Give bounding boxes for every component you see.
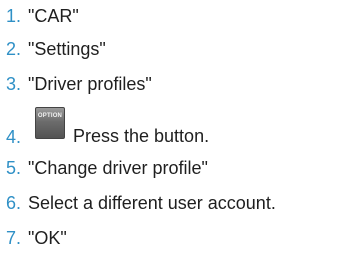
- option-button-label: OPTION: [37, 113, 63, 119]
- step-text: Press the button.: [73, 126, 210, 146]
- step-text: "OK": [28, 228, 67, 248]
- step-6: 6. Select a different user account.: [6, 186, 276, 221]
- step-number: 7.: [6, 228, 22, 248]
- step-number: 5.: [6, 158, 22, 178]
- step-number: 3.: [6, 74, 22, 94]
- step-7: 7. "OK": [6, 221, 276, 256]
- step-2: 2. "Settings": [6, 32, 276, 67]
- option-button-icon: OPTION: [35, 107, 65, 139]
- step-text: "CAR": [28, 6, 79, 26]
- step-1: 1. "CAR": [6, 0, 276, 32]
- step-5: 5. "Change driver profile": [6, 151, 276, 186]
- step-number: 6.: [6, 193, 22, 213]
- step-number: 4.: [6, 127, 22, 147]
- instruction-steps: 1. "CAR" 2. "Settings" 3. "Driver profiles"…: [6, 0, 276, 256]
- step-text: "Driver profiles": [28, 74, 152, 94]
- step-3: 3. "Driver profiles": [6, 67, 276, 101]
- step-text: "Change driver profile": [28, 158, 208, 178]
- step-number: 2.: [6, 39, 22, 59]
- step-number: 1.: [6, 6, 22, 26]
- step-text: "Settings": [28, 39, 106, 59]
- step-text: Select a different user account.: [28, 193, 276, 213]
- step-4: 4. OPTION Press the button.: [6, 101, 276, 151]
